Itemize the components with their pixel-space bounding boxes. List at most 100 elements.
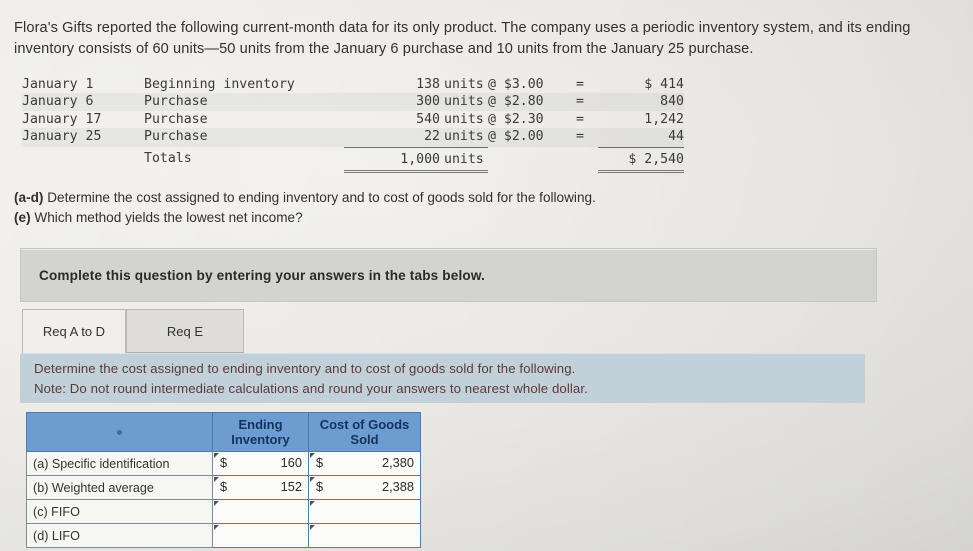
inventory-equals-sign: = bbox=[562, 128, 598, 148]
inventory-unit-price: @ $3.00 bbox=[488, 77, 544, 92]
ending-inventory-input-c[interactable] bbox=[212, 499, 309, 524]
ending-inventory-header-line1: Ending bbox=[238, 417, 283, 432]
bullet-dot-icon bbox=[117, 429, 122, 435]
cell-corner-marker-icon bbox=[310, 453, 315, 458]
inventory-unit-price: @ $2.30 bbox=[488, 111, 544, 127]
inventory-amount: 1,242 bbox=[644, 111, 684, 127]
ending-inventory-input-b[interactable]: $ 152 bbox=[212, 475, 309, 500]
currency-symbol: $ bbox=[316, 479, 324, 494]
inventory-description: Purchase bbox=[144, 111, 208, 127]
inventory-description: Purchase bbox=[144, 93, 344, 111]
inventory-units-label: units bbox=[444, 77, 484, 92]
table-row: January 17 Purchase 540 units @ $2.30 = … bbox=[22, 111, 684, 128]
ending-inventory-value-a: 160 bbox=[280, 455, 302, 470]
inventory-description: Beginning inventory bbox=[144, 77, 295, 92]
inventory-unit-price: @ $2.00 bbox=[488, 128, 562, 148]
totals-units: 1,000 bbox=[344, 147, 444, 174]
cogs-header-line1: Cost of Goods bbox=[319, 417, 410, 432]
problem-intro-text: Flora's Gifts reported the following cur… bbox=[14, 20, 911, 57]
tab-instruction-line2: Note: Do not round intermediate calculat… bbox=[34, 380, 588, 396]
inventory-table-body: January 1 Beginning inventory 138 units … bbox=[22, 76, 684, 174]
answer-grid-header: Ending Inventory Cost of Goods Sold bbox=[26, 412, 421, 452]
totals-equals-spacer bbox=[562, 147, 598, 171]
requirements-text: (a-d) Determine the cost assigned to end… bbox=[14, 188, 596, 227]
answer-grid-method-header bbox=[26, 412, 213, 452]
inventory-amount: 840 bbox=[598, 93, 684, 111]
inventory-totals-row: Totals 1,000 units $ 2,540 bbox=[22, 147, 684, 174]
tab-req-e[interactable]: Req E bbox=[126, 309, 244, 353]
complete-question-banner: Complete this question by entering your … bbox=[20, 248, 877, 302]
requirement-e-line: (e) Which method yields the lowest net i… bbox=[14, 208, 596, 228]
requirement-e-marker: (e) bbox=[14, 209, 31, 225]
cogs-input-d[interactable] bbox=[308, 523, 421, 548]
totals-date-spacer bbox=[22, 147, 144, 171]
ending-inventory-header-line2: Inventory bbox=[231, 432, 290, 447]
inventory-units: 138 bbox=[416, 77, 440, 92]
page-content: Flora's Gifts reported the following cur… bbox=[0, 0, 973, 551]
answer-row-label: (d) LIFO bbox=[26, 523, 213, 548]
table-row: January 1 Beginning inventory 138 units … bbox=[22, 76, 684, 93]
answer-row-label: (b) Weighted average bbox=[26, 475, 213, 500]
cogs-input-c[interactable] bbox=[308, 499, 421, 524]
answer-row-label: (c) FIFO bbox=[26, 499, 213, 524]
requirement-ad-text: Determine the cost assigned to ending in… bbox=[43, 190, 596, 205]
inventory-data-table: January 1 Beginning inventory 138 units … bbox=[22, 76, 684, 174]
cell-corner-marker-icon bbox=[310, 525, 315, 530]
tab-req-e-label: Req E bbox=[166, 323, 204, 339]
inventory-amount: 44 bbox=[598, 128, 684, 148]
answer-row-label: (a) Specific identification bbox=[26, 451, 213, 476]
inventory-date: January 1 bbox=[22, 77, 94, 92]
totals-units-label: units bbox=[444, 147, 488, 174]
totals-price-spacer bbox=[488, 147, 562, 171]
cell-corner-marker-icon bbox=[214, 453, 219, 458]
currency-symbol: $ bbox=[220, 479, 228, 494]
answer-grid-cogs-header: Cost of Goods Sold bbox=[308, 412, 421, 452]
tab-req-a-to-d[interactable]: Req A to D bbox=[22, 309, 126, 353]
inventory-units-label: units bbox=[444, 111, 484, 127]
inventory-units: 22 bbox=[344, 128, 444, 148]
inventory-units: 300 bbox=[344, 93, 444, 111]
table-row: (c) FIFO bbox=[26, 499, 421, 524]
table-row: January 6 Purchase 300 units @ $2.80 = 8… bbox=[22, 93, 684, 111]
cell-corner-marker-icon bbox=[214, 501, 219, 506]
ending-inventory-input-d[interactable] bbox=[212, 523, 309, 548]
cogs-value-b: 2,388 bbox=[381, 479, 414, 494]
cell-corner-marker-icon bbox=[310, 501, 315, 506]
ending-inventory-input-a[interactable]: $ 160 bbox=[212, 451, 309, 476]
requirement-ad-line: (a-d) Determine the cost assigned to end… bbox=[14, 188, 596, 208]
inventory-amount: $ 414 bbox=[644, 77, 684, 92]
inventory-date: January 25 bbox=[22, 128, 144, 148]
inventory-equals-sign: = bbox=[576, 111, 584, 127]
cogs-header-line2: Sold bbox=[350, 432, 379, 447]
currency-symbol: $ bbox=[220, 455, 228, 470]
inventory-units-label: units bbox=[444, 93, 488, 111]
table-row: (a) Specific identification $ 160 $ 2,38… bbox=[26, 451, 421, 476]
complete-question-banner-text: Complete this question by entering your … bbox=[39, 267, 485, 283]
answer-grid-body: (a) Specific identification $ 160 $ 2,38… bbox=[26, 451, 421, 548]
cogs-input-a[interactable]: $ 2,380 bbox=[308, 451, 421, 476]
table-row: (b) Weighted average $ 152 $ 2,388 bbox=[26, 475, 421, 500]
cell-corner-marker-icon bbox=[214, 477, 219, 482]
cogs-input-b[interactable]: $ 2,388 bbox=[308, 475, 421, 500]
inventory-date: January 17 bbox=[22, 111, 102, 127]
inventory-date: January 6 bbox=[22, 93, 144, 111]
inventory-equals-sign: = bbox=[562, 93, 598, 111]
requirement-e-text: Which method yields the lowest net incom… bbox=[30, 209, 303, 225]
inventory-equals-sign: = bbox=[576, 77, 584, 92]
totals-amount: $ 2,540 bbox=[598, 147, 684, 174]
requirement-ad-marker: (a-d) bbox=[14, 190, 44, 205]
answer-grid-ending-inventory-header: Ending Inventory bbox=[212, 412, 309, 452]
requirement-tabs: Req A to D Req E bbox=[22, 309, 952, 354]
inventory-unit-price: @ $2.80 bbox=[488, 93, 562, 111]
inventory-units-label: units bbox=[444, 128, 488, 148]
totals-label: Totals bbox=[144, 151, 192, 167]
inventory-description: Purchase bbox=[144, 128, 344, 148]
cell-corner-marker-icon bbox=[214, 525, 219, 530]
currency-symbol: $ bbox=[316, 455, 324, 470]
cogs-value-a: 2,380 bbox=[381, 455, 414, 470]
answer-grid-header-row: Ending Inventory Cost of Goods Sold bbox=[26, 412, 421, 452]
tab-req-a-to-d-label: Req A to D bbox=[42, 324, 106, 339]
table-row: January 25 Purchase 22 units @ $2.00 = 4… bbox=[22, 128, 684, 148]
inventory-units: 540 bbox=[416, 111, 440, 127]
tab-instruction-band: Determine the cost assigned to ending in… bbox=[20, 353, 865, 403]
